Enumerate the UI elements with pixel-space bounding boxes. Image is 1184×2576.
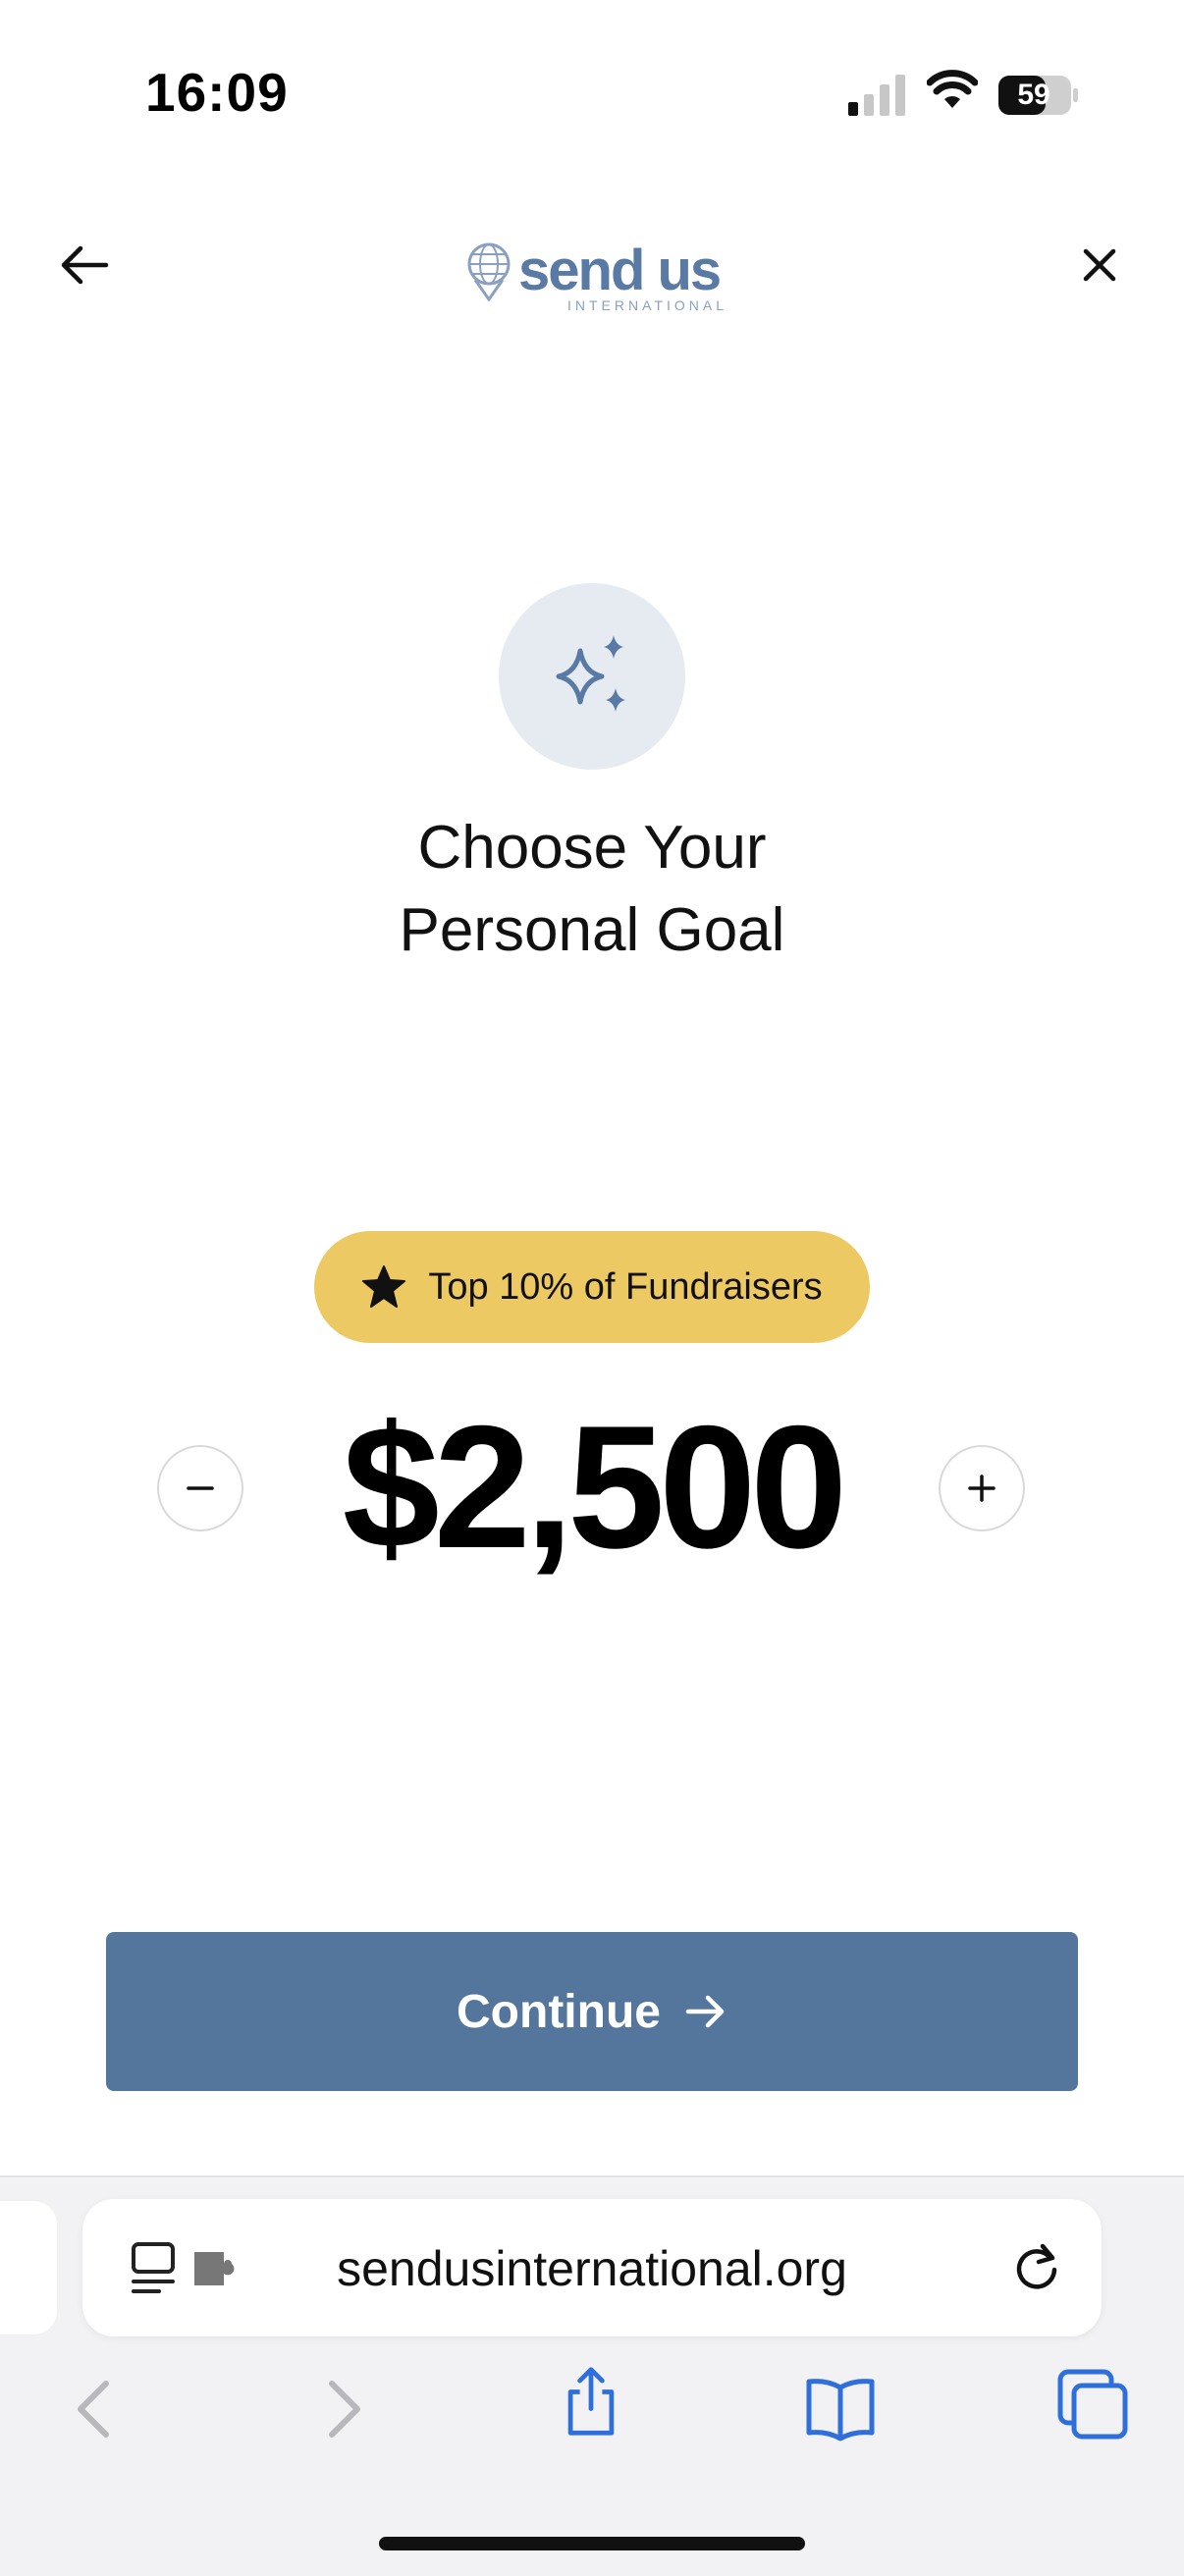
browser-forward-icon[interactable]	[304, 2372, 379, 2446]
cellular-signal-icon	[848, 75, 905, 116]
decrease-amount-button[interactable]	[157, 1445, 243, 1531]
wifi-icon	[927, 70, 978, 108]
title-line-1: Choose Your	[417, 814, 767, 882]
increase-amount-button[interactable]	[939, 1445, 1025, 1531]
battery-icon: 59	[997, 75, 1080, 116]
page-title: Choose Your Personal Goal	[0, 807, 1184, 972]
share-icon[interactable]	[554, 2364, 628, 2439]
continue-label: Continue	[457, 1985, 661, 2038]
sparkles-icon-circle	[499, 583, 685, 770]
title-line-2: Personal Goal	[399, 896, 785, 964]
globe-pin-icon	[467, 242, 511, 301]
minus-icon	[187, 1486, 214, 1490]
previous-tab-peek[interactable]	[0, 2201, 57, 2334]
status-time: 16:09	[145, 62, 289, 123]
tabs-icon[interactable]	[1056, 2368, 1131, 2442]
back-arrow-icon[interactable]	[55, 236, 114, 295]
arrow-right-icon	[685, 1995, 725, 2028]
reload-icon[interactable]	[1007, 2238, 1066, 2297]
brand-logo: send us INTERNATIONAL	[465, 232, 724, 313]
home-indicator	[379, 2537, 805, 2550]
badge-label: Top 10% of Fundraisers	[428, 1265, 823, 1308]
battery-level: 59	[1017, 79, 1050, 111]
logo-text: send us	[518, 239, 722, 302]
top-fundraisers-badge: Top 10% of Fundraisers	[314, 1231, 870, 1343]
continue-button[interactable]: Continue	[106, 1932, 1078, 2091]
logo-subtext: INTERNATIONAL	[567, 297, 727, 313]
url-text[interactable]: sendusinternational.org	[82, 2240, 1102, 2297]
sparkles-icon	[556, 635, 625, 712]
close-icon[interactable]	[1070, 236, 1129, 295]
plus-icon	[968, 1475, 996, 1502]
star-icon	[362, 1265, 406, 1308]
browser-back-icon[interactable]	[59, 2372, 134, 2446]
goal-amount: $2,500	[342, 1389, 847, 1584]
bookmarks-icon[interactable]	[803, 2372, 878, 2446]
